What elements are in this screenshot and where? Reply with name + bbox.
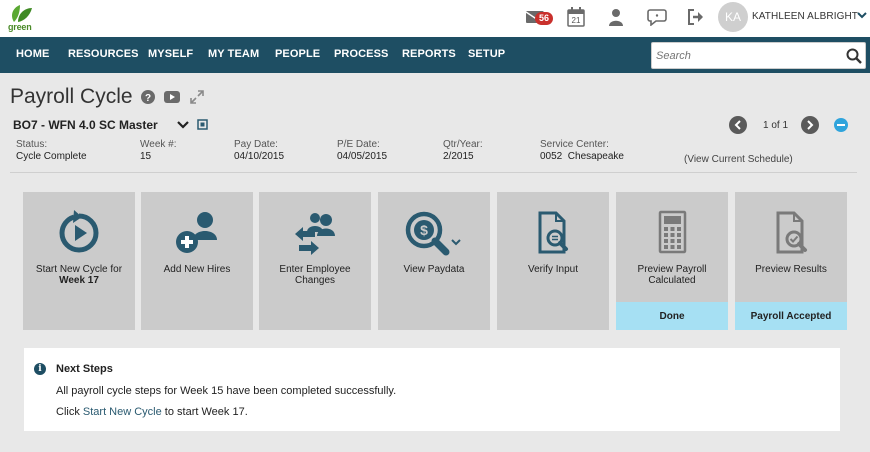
- qtr-year-label: Qtr/Year:: [443, 139, 483, 150]
- chevron-down-icon[interactable]: [177, 120, 189, 130]
- status-badge-done: Done: [616, 302, 728, 330]
- search-box: [651, 42, 866, 69]
- pay-date-value: 04/10/2015: [234, 151, 285, 162]
- document-search-icon: [538, 211, 568, 254]
- pe-date-value: 04/05/2015: [337, 151, 388, 162]
- pay-date-label: Pay Date:: [234, 139, 278, 150]
- info-icon: i: [34, 363, 46, 375]
- search-input[interactable]: [656, 47, 836, 65]
- svg-text:?: ?: [145, 93, 151, 104]
- calendar-day: 21: [572, 16, 581, 25]
- chevron-down-icon[interactable]: [857, 10, 867, 20]
- external-link-icon[interactable]: [197, 119, 208, 130]
- logout-icon: [688, 9, 703, 25]
- logo-text: green: [8, 22, 32, 32]
- status-badge-accepted: Payroll Accepted: [735, 302, 847, 330]
- next-page-button[interactable]: [801, 116, 819, 134]
- add-new-hires-tile[interactable]: Add New Hires: [141, 192, 253, 330]
- status-value: Cycle Complete: [16, 151, 87, 162]
- next-steps-message: All payroll cycle steps for Week 15 have…: [56, 385, 397, 397]
- pe-date-label: P/E Date:: [337, 139, 380, 150]
- service-center-value: 0052 Chesapeake: [540, 151, 624, 162]
- verify-input-tile[interactable]: Verify Input: [497, 192, 609, 330]
- divider: [10, 172, 857, 173]
- next-steps-panel: i Next Steps All payroll cycle steps for…: [24, 348, 840, 431]
- nav-process[interactable]: PROCESS: [334, 48, 389, 60]
- calendar-icon: 21: [567, 7, 585, 27]
- page-title: Payroll Cycle: [10, 85, 133, 108]
- person-icon: [609, 9, 623, 26]
- avatar[interactable]: KA: [718, 2, 748, 32]
- nav-reports[interactable]: REPORTS: [402, 48, 456, 60]
- tile-label: Enter Employee: [279, 264, 351, 275]
- expand-icon[interactable]: [189, 89, 205, 105]
- nav-resources[interactable]: RESOURCES: [68, 48, 139, 60]
- add-user-icon: [176, 212, 217, 253]
- calendar-button[interactable]: 21: [564, 6, 588, 28]
- instruction-suffix: to start Week 17.: [161, 406, 248, 418]
- tile-label: Add New Hires: [163, 264, 231, 275]
- chevron-left-icon: [734, 120, 741, 130]
- tile-label: Preview Results: [755, 264, 827, 275]
- preview-results-tile[interactable]: Preview Results Payroll Accepted: [735, 192, 847, 330]
- calculator-icon: [658, 210, 687, 254]
- nav-myself[interactable]: MYSELF: [148, 48, 193, 60]
- nav-my-team[interactable]: MY TEAM: [208, 48, 259, 60]
- top-bar: green 56 21 KA KATHLEEN ALBRIGHT: [0, 0, 870, 37]
- search-icon[interactable]: [846, 48, 862, 64]
- people-button[interactable]: [604, 6, 628, 28]
- tile-label-line2: Calculated: [648, 275, 696, 286]
- next-steps-title: Next Steps: [56, 363, 113, 375]
- chat-bubble-icon: [647, 9, 667, 26]
- tile-label: View Paydata: [403, 264, 465, 275]
- qtr-year-value: 2/2015: [443, 151, 474, 162]
- chevron-right-icon: [807, 120, 814, 130]
- chat-button[interactable]: [645, 6, 669, 28]
- preview-payroll-calculated-tile[interactable]: Preview Payroll Calculated Done: [616, 192, 728, 330]
- start-new-cycle-link[interactable]: Start New Cycle: [83, 406, 162, 418]
- tile-label: Preview Payroll: [637, 264, 707, 275]
- view-paydata-tile[interactable]: $ View Paydata: [378, 192, 490, 330]
- tile-label: Start New Cycle for: [35, 264, 123, 275]
- enter-employee-changes-tile[interactable]: Enter Employee Changes: [259, 192, 371, 330]
- refresh-play-icon: [59, 210, 99, 253]
- week-value: 15: [140, 151, 152, 162]
- document-check-icon: [776, 211, 807, 254]
- mail-count-badge: 56: [535, 12, 554, 25]
- mail-button[interactable]: 56: [523, 6, 554, 28]
- dollar-search-icon: $: [405, 211, 461, 256]
- help-icon[interactable]: ?: [140, 89, 156, 105]
- user-name[interactable]: KATHLEEN ALBRIGHT: [752, 11, 858, 22]
- nav-setup[interactable]: SETUP: [468, 48, 505, 60]
- svg-text:$: $: [420, 222, 428, 238]
- nav-home[interactable]: HOME: [16, 48, 49, 60]
- tile-label-week: Week 17: [59, 275, 99, 286]
- tile-label: Verify Input: [527, 264, 579, 275]
- instruction-prefix: Click: [56, 406, 83, 418]
- service-center-label: Service Center:: [540, 139, 609, 150]
- collapse-button[interactable]: [834, 118, 848, 132]
- week-label: Week #:: [140, 139, 177, 150]
- company-selector[interactable]: BO7 - WFN 4.0 SC Master: [13, 118, 158, 132]
- user-transfer-icon: [295, 213, 335, 255]
- tile-label-line2: Changes: [294, 275, 336, 286]
- next-steps-instruction: Click Start New Cycle to start Week 17.: [56, 406, 248, 418]
- status-label: Status:: [16, 139, 48, 150]
- video-icon[interactable]: [163, 89, 181, 105]
- previous-page-button[interactable]: [729, 116, 747, 134]
- logout-button[interactable]: [684, 6, 708, 28]
- page-indicator: 1 of 1: [763, 120, 789, 131]
- nav-people[interactable]: PEOPLE: [275, 48, 320, 60]
- view-schedule-link[interactable]: (View Current Schedule): [684, 154, 793, 165]
- start-new-cycle-tile[interactable]: Start New Cycle for Week 17: [23, 192, 135, 330]
